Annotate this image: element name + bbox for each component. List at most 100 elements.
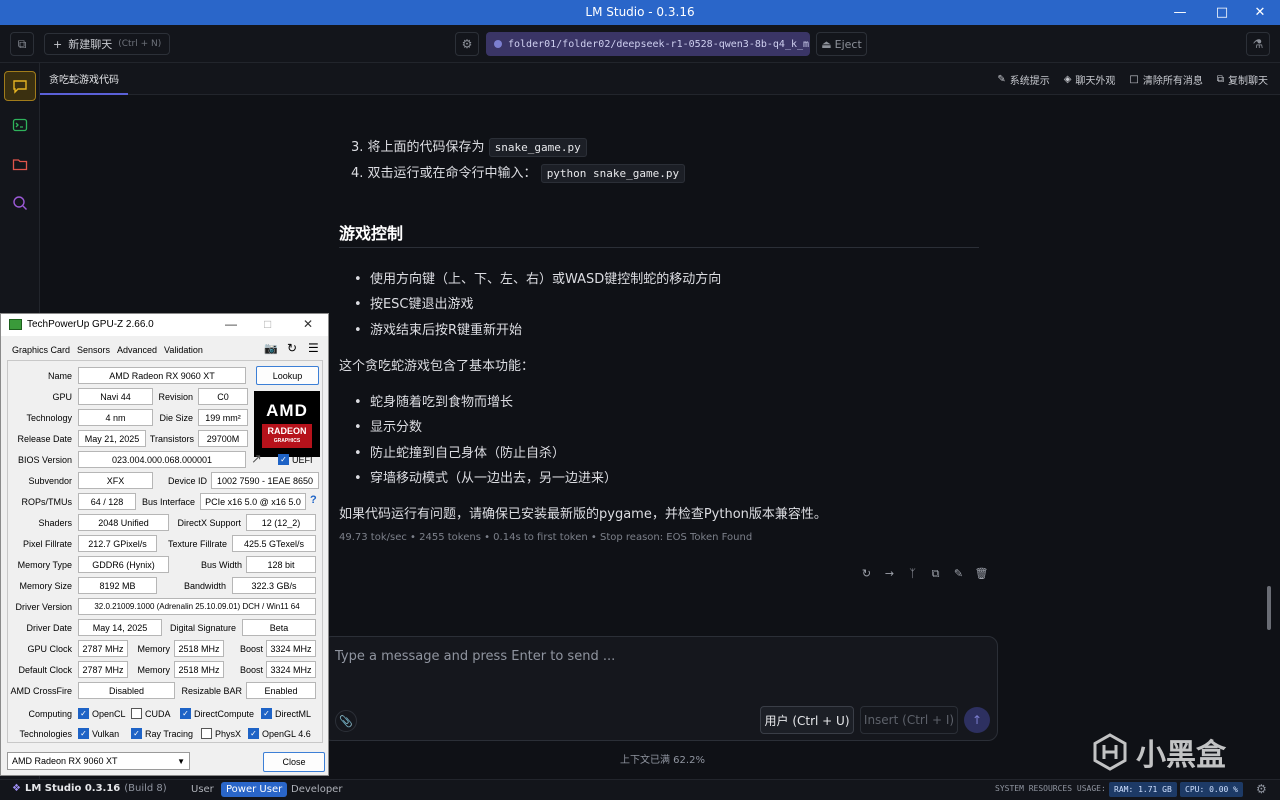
menu-icon[interactable]: ☰ [308, 341, 319, 355]
subvendor-label: Subvendor [28, 476, 72, 486]
share-icon[interactable]: ↗ [251, 451, 262, 467]
title-bar: LM Studio - 0.3.16 — □ ✕ [0, 0, 1280, 25]
refresh-icon[interactable]: ↻ [287, 341, 297, 355]
gpu-boost-value: 3324 MHz [266, 640, 316, 657]
clear-messages-button[interactable]: □ 清除所有消息 [1129, 72, 1202, 87]
scrollbar-thumb[interactable] [1267, 586, 1271, 630]
gpuz-close-button[interactable]: Close [263, 752, 325, 772]
insert-button[interactable]: Insert (Ctrl + I) [860, 706, 958, 734]
eject-button[interactable]: ⏏ Eject [816, 32, 867, 56]
mode-user[interactable]: User [186, 782, 219, 797]
technologies-label: Technologies [19, 729, 72, 739]
opencl-checkbox: ✓ OpenCL [78, 708, 126, 719]
chat-appearance-button[interactable]: ◈ 聊天外观 [1064, 72, 1116, 87]
continue-icon[interactable]: → [882, 566, 897, 581]
uefi-label: UEFI [292, 454, 313, 465]
cpu-usage: CPU: 0.00 % [1180, 782, 1243, 797]
mode-developer[interactable]: Developer [286, 782, 347, 797]
user-role-button[interactable]: 用户 (Ctrl + U) [760, 706, 854, 734]
message-input[interactable]: Type a message and press Enter to send .… [335, 649, 615, 664]
models-nav-button[interactable] [4, 149, 36, 179]
gpuz-maximize-button[interactable]: □ [264, 317, 271, 331]
rebar-value: Enabled [246, 682, 316, 699]
copy-icon: ⧉ [1216, 73, 1224, 85]
mode-power-user[interactable]: Power User [221, 782, 288, 797]
copy-chat-button[interactable]: ⧉ 复制聊天 [1217, 72, 1268, 87]
copy-icon[interactable]: ⧉ [928, 566, 943, 581]
delete-icon[interactable]: 🗑 [974, 566, 989, 581]
tab-validation[interactable]: Validation [164, 345, 203, 355]
memory-type-value: GDDR6 (Hynix) [78, 556, 169, 573]
list-item: • 使用方向键（上、下、左、右）或WASD键控制蛇的移动方向 [354, 272, 722, 287]
developer-nav-button[interactable] [4, 110, 36, 140]
help-icon[interactable]: ? [310, 494, 317, 506]
message-input-box[interactable]: Type a message and press Enter to send .… [322, 636, 998, 741]
gpu-memory-clock-value: 2518 MHz [174, 640, 224, 657]
checkbox-icon [131, 708, 142, 719]
camera-icon[interactable]: 📷 [264, 342, 278, 355]
send-icon[interactable]: ↑ [964, 707, 990, 733]
window-switch-icon[interactable]: ⧉ [10, 32, 34, 56]
edit-icon[interactable]: ✎ [951, 566, 966, 581]
driver-date-value: May 14, 2025 [78, 619, 162, 636]
model-status-icon [494, 40, 502, 48]
settings-gear-icon[interactable]: ⚙ [455, 32, 479, 56]
bus-width-label: Bus Width [200, 560, 242, 570]
pixel-fillrate-value: 212.7 GPixel/s [78, 535, 157, 552]
vulkan-checkbox: ✓ Vulkan [78, 728, 119, 739]
attach-icon[interactable]: 📎 [335, 710, 357, 732]
die-size-label: Die Size [159, 413, 193, 423]
discover-nav-button[interactable] [4, 188, 36, 218]
name-label: Name [47, 371, 72, 381]
maximize-button[interactable]: □ [1202, 0, 1242, 25]
logo-brand: AMD [266, 400, 308, 420]
bus-interface-value: PCIe x16 5.0 @ x16 5.0 [200, 493, 306, 510]
gpu-clock-value: 2787 MHz [78, 640, 128, 657]
default-memory-clock-value: 2518 MHz [174, 661, 224, 678]
tab-sensors[interactable]: Sensors [77, 345, 110, 355]
window-title: LM Studio - 0.3.16 [585, 5, 695, 19]
lookup-button[interactable]: Lookup [256, 366, 319, 385]
die-size-value: 199 mm² [198, 409, 248, 426]
plus-icon: + [53, 37, 63, 51]
checkbox-icon: ✓ [278, 454, 289, 465]
amd-radeon-logo: AMD RADEON GRAPHICS [254, 391, 320, 457]
tab-advanced[interactable]: Advanced [117, 345, 157, 355]
message-icon: □ [1129, 73, 1139, 85]
list-item: • 显示分数 [354, 420, 422, 435]
gpuz-minimize-button[interactable]: — [225, 317, 237, 331]
release-date-value: May 21, 2025 [78, 430, 146, 447]
texture-fillrate-label: Texture Fillrate [167, 539, 227, 549]
minimize-button[interactable]: — [1160, 0, 1200, 25]
new-chat-button[interactable]: + 新建聊天 (Ctrl + N) [44, 33, 171, 55]
regenerate-icon[interactable]: ↻ [859, 566, 874, 581]
driver-date-label: Driver Date [26, 623, 72, 633]
folder-icon [12, 159, 28, 171]
checkbox-icon [201, 728, 212, 739]
gpu-device-select[interactable]: AMD Radeon RX 9060 XT ▼ [7, 752, 190, 770]
chat-nav-button[interactable] [4, 71, 36, 101]
build-number: (Build 8) [124, 783, 167, 794]
memory-size-label: Memory Size [19, 581, 72, 591]
settings-gear-icon[interactable]: ⚙ [1256, 782, 1267, 796]
physx-checkbox: PhysX [201, 728, 241, 739]
model-selector[interactable]: folder01/folder02/deepseek-r1-0528-qwen3… [486, 32, 810, 56]
tab-chat[interactable]: 贪吃蛇游戏代码 [40, 63, 128, 95]
opengl-checkbox: ✓ OpenGL 4.6 [248, 728, 311, 739]
chat-tab-bar: 贪吃蛇游戏代码 ✎ 系统提示 ◈ 聊天外观 □ 清除所有消息 ⧉ 复制聊天 [40, 63, 1280, 95]
rops-label: ROPs/TMUs [21, 497, 73, 507]
list-item: • 穿墙移动模式（从一边出去，另一边进来） [354, 471, 617, 486]
tab-graphics-card[interactable]: Graphics Card [12, 345, 70, 355]
system-prompt-button[interactable]: ✎ 系统提示 [997, 72, 1049, 87]
step-4-code: python snake_game.py [540, 164, 686, 183]
device-id-value: 1002 7590 - 1EAE 8650 [211, 472, 319, 489]
gpuz-close-x-button[interactable]: ✕ [303, 317, 313, 331]
close-window-button[interactable]: ✕ [1240, 0, 1280, 25]
gpu-memory-label: Memory [137, 644, 170, 654]
directml-checkbox: ✓ DirectML [261, 708, 311, 719]
gpuz-app-icon [9, 319, 22, 330]
default-boost-label: Boost [239, 665, 263, 675]
branch-icon[interactable]: ᛉ [905, 566, 920, 581]
step-3: 3. 将上面的代码保存为 snake_game.py [351, 136, 991, 157]
flask-icon[interactable]: ⚗ [1246, 32, 1270, 56]
